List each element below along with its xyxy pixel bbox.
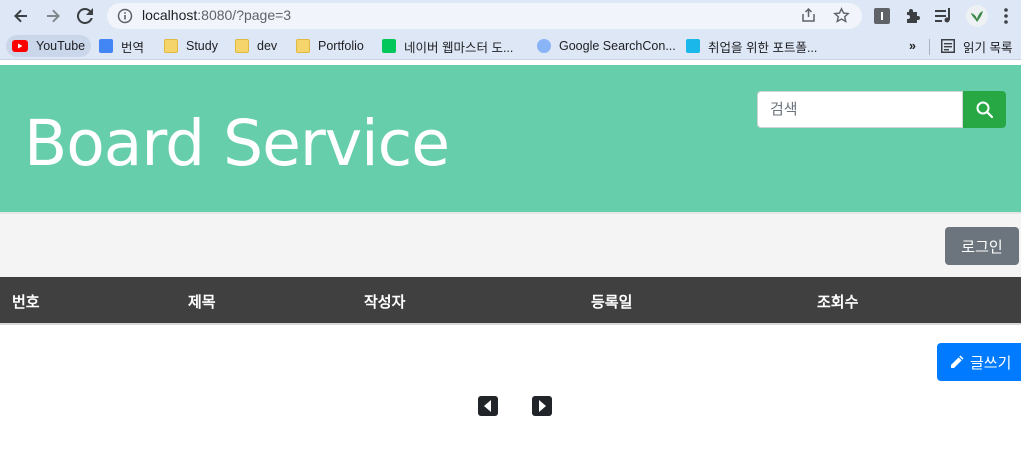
folder-icon [296, 39, 310, 53]
share-icon[interactable] [800, 7, 817, 28]
bookmark-study[interactable]: Study [164, 35, 218, 57]
search-button[interactable] [963, 91, 1006, 128]
bookmark-label: YouTube [36, 39, 86, 53]
pencil-icon [951, 355, 964, 368]
naver-icon [382, 39, 396, 53]
youtube-icon [12, 40, 28, 52]
folder-icon [235, 39, 249, 53]
bookmark-label: 네이버 웹마스터 도... [404, 40, 514, 55]
back-icon[interactable] [10, 5, 32, 27]
vimeo-icon [686, 39, 700, 53]
bookmark-portfolio-vimeo[interactable]: 취업을 위한 포트폴... [686, 35, 817, 57]
page-title: Board Service [24, 107, 450, 180]
action-strip: 로그인 [0, 212, 1021, 277]
caret-right-icon [537, 400, 547, 412]
reload-icon[interactable] [74, 5, 96, 27]
bookmark-label: Study [186, 39, 218, 53]
column-header-title: 제목 [188, 293, 216, 311]
caret-left-icon [483, 400, 493, 412]
menu-kebab-icon[interactable] [996, 6, 1016, 26]
reading-list-icon [941, 39, 955, 53]
bookmark-overflow-button[interactable]: » [909, 35, 916, 57]
bookmark-label: Portfolio [318, 39, 364, 53]
next-page-button[interactable] [532, 396, 552, 416]
prev-page-button[interactable] [478, 396, 498, 416]
column-header-date: 등록일 [591, 293, 633, 311]
column-header-author: 작성자 [364, 293, 406, 311]
extensions-puzzle-icon[interactable] [903, 6, 923, 26]
bookmark-star-icon[interactable] [833, 7, 850, 28]
board-table-header: 번호 제목 작성자 등록일 조회수 [0, 277, 1021, 325]
bookmark-divider [929, 39, 930, 55]
login-button[interactable]: 로그인 [945, 227, 1019, 265]
site-info-icon[interactable] [117, 8, 133, 28]
translate-icon [99, 39, 113, 53]
bookmark-google-search-console[interactable]: Google SearchCon... [537, 35, 676, 57]
write-post-button[interactable]: 글쓰기 [937, 343, 1021, 381]
bookmark-label: 취업을 위한 포트폴... [708, 40, 818, 55]
media-control-icon[interactable] [934, 6, 954, 26]
site-header: Board Service [0, 65, 1021, 212]
bookmark-label: 번역 [121, 40, 145, 55]
folder-icon [164, 39, 178, 53]
reading-list-button[interactable]: 읽기 목록 [941, 35, 1012, 57]
browser-toolbar: localhost:8080/?page=3 [0, 0, 1021, 32]
profile-avatar-icon[interactable] [966, 5, 988, 27]
extension-i-icon[interactable] [872, 6, 892, 26]
url-path: :8080/?page=3 [197, 7, 292, 23]
column-header-number: 번호 [12, 293, 40, 311]
bookmark-youtube[interactable]: YouTube [6, 35, 92, 57]
bookmark-label: dev [257, 39, 278, 53]
bookmark-label: Google SearchCon... [559, 39, 676, 53]
bookmark-portfolio[interactable]: Portfolio [296, 35, 364, 57]
search-input[interactable] [757, 91, 963, 128]
google-search-console-icon [537, 39, 551, 53]
forward-icon[interactable] [42, 5, 64, 27]
address-bar[interactable]: localhost:8080/?page=3 [107, 3, 862, 29]
search-icon [976, 101, 993, 118]
url-host: localhost [142, 7, 198, 23]
column-header-views: 조회수 [817, 293, 859, 311]
bookmarks-bar: YouTube 번역 Study dev Portfolio 네이버 웹마스터 … [0, 32, 1021, 60]
bookmark-translate[interactable]: 번역 [99, 35, 144, 57]
bookmark-dev[interactable]: dev [235, 35, 277, 57]
write-post-label: 글쓰기 [970, 353, 1012, 372]
bookmark-naver-webmaster[interactable]: 네이버 웹마스터 도... [382, 35, 513, 57]
url-text: localhost:8080/?page=3 [142, 7, 291, 23]
reading-list-label: 읽기 목록 [963, 40, 1013, 55]
